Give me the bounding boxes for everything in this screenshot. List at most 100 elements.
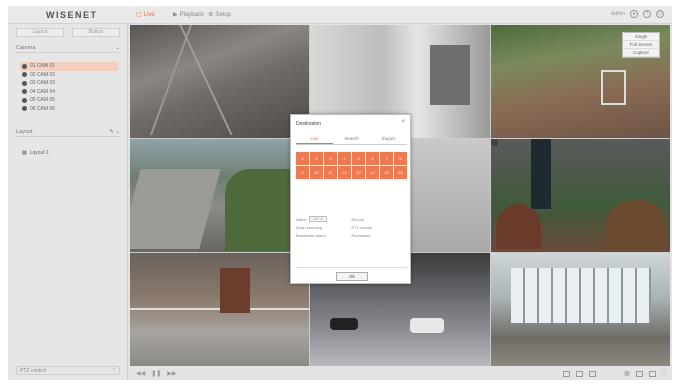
dialog-tabs: Live Search Export [296, 133, 407, 145]
tab-label: Setup [215, 11, 232, 18]
video-tile[interactable] [130, 253, 310, 366]
camera-item[interactable]: 06 CAM 06 [20, 105, 118, 114]
video-tile[interactable] [490, 253, 670, 366]
tab-search[interactable]: Search [333, 133, 370, 144]
camera-item[interactable]: 05 CAM 05 [20, 96, 118, 105]
tile-indicator [490, 139, 498, 146]
channel-button[interactable]: 2 [310, 152, 323, 165]
record-icon[interactable] [563, 370, 571, 377]
camera-label: 06 CAM 06 [30, 105, 56, 112]
tab-setup[interactable]: ⚙ Setup [208, 11, 232, 19]
channel-button[interactable]: 3 [324, 152, 337, 165]
camera-item[interactable]: 01 CAM 01 [20, 62, 118, 71]
view-controls: ▦ ⛶ [563, 370, 666, 377]
chevron-down-icon[interactable]: ⌄ [115, 45, 120, 51]
layout-button[interactable]: Layout [16, 28, 64, 37]
channel-button[interactable]: 1 [296, 152, 309, 165]
channel-button[interactable]: 11 [324, 166, 337, 179]
channel-button[interactable]: 8 [394, 152, 407, 165]
layout-item[interactable]: ▦ Layout 1 [22, 150, 49, 156]
channel-button[interactable]: 7 [380, 152, 393, 165]
button-button[interactable]: Button [72, 28, 120, 37]
audio-icon[interactable] [589, 370, 597, 377]
channel-button[interactable]: 5 [352, 152, 365, 165]
doorway-shape [220, 268, 250, 313]
play-icon: ▶ [173, 12, 178, 18]
bench-shape [600, 70, 626, 105]
channel-button[interactable]: 12 [338, 166, 351, 179]
context-menu-item-single[interactable]: Single [622, 33, 659, 41]
hedge-shape [495, 204, 541, 249]
camera-list: 01 CAM 01 02 CAM 02 03 CAM 03 04 CAM 04 … [20, 62, 118, 113]
gear-icon: ⚙ [208, 12, 214, 18]
channel-button[interactable]: 15 [380, 166, 393, 179]
form-field: Record [352, 217, 408, 222]
layout-section-header[interactable]: Layout ✎ ⌄ [16, 128, 120, 137]
pause-icon[interactable]: ❚❚ [151, 370, 161, 377]
channel-button[interactable]: 16 [394, 166, 407, 179]
top-bar: WISENET ▢ Live ▶ Playback ⚙ Setup Admin … [8, 6, 672, 24]
form-field: PTZ control [352, 225, 408, 230]
forward-icon[interactable]: ▶▶ [167, 370, 176, 377]
door-shape [530, 139, 551, 209]
ptz-control-select[interactable]: PTZ control ⌃ [16, 366, 120, 375]
tab-export[interactable]: Export [370, 133, 407, 144]
video-tile[interactable] [490, 139, 670, 252]
rewind-icon[interactable]: ◀◀ [136, 370, 145, 377]
channel-button[interactable]: 9 [296, 166, 309, 179]
form-field: Bandwidth alarm [296, 233, 352, 238]
dialog-divider [296, 267, 407, 268]
context-menu-item-capture[interactable]: Capture [622, 49, 659, 57]
video-tile[interactable] [130, 139, 310, 252]
record-label: Record [351, 216, 365, 222]
form-row: Dual recording PTZ control [296, 223, 407, 231]
dual-recording-label: Dual recording [296, 224, 323, 230]
channel-button[interactable]: 10 [310, 166, 323, 179]
playback-controls: ◀◀ ❚❚ ▶▶ [136, 370, 177, 377]
app-logo: WISENET [46, 10, 98, 20]
camera-item[interactable]: 04 CAM 04 [20, 88, 118, 97]
bandwidth-alarm-label: Bandwidth alarm [296, 232, 326, 238]
user-label[interactable]: Admin [611, 11, 625, 17]
camera-label: 04 CAM 04 [30, 88, 56, 95]
tab-playback[interactable]: ▶ Playback [173, 11, 204, 19]
ok-button[interactable]: OK [336, 272, 368, 281]
context-menu-item-fullscreen[interactable]: Full Screen [622, 41, 659, 49]
car-shape [410, 318, 445, 333]
name-input[interactable]: CAM 01 [308, 216, 327, 222]
resolution-label: Resolution [351, 232, 371, 238]
camera-section-header[interactable]: Camera ⌄ [16, 44, 120, 53]
handrail-shape [179, 25, 233, 135]
logout-icon[interactable]: ⏻ [656, 10, 664, 18]
chevron-down-icon[interactable]: ⌄ [115, 129, 120, 135]
video-tile[interactable] [130, 25, 310, 138]
ptz-control-label: PTZ control [20, 367, 46, 374]
camera-label: 03 CAM 03 [30, 80, 56, 87]
help-icon[interactable]: ? [643, 10, 651, 18]
camera-item[interactable]: 03 CAM 03 [20, 79, 118, 88]
channel-button[interactable]: 13 [352, 166, 365, 179]
grid-icon: ▦ [22, 150, 27, 156]
camera-icon: ▢ [136, 12, 142, 18]
video-tile[interactable]: Single Full Screen Capture [490, 25, 670, 138]
car-shape [330, 318, 359, 330]
sequence-icon[interactable] [635, 370, 643, 377]
channel-grid: 1 2 3 4 5 6 7 8 9 10 11 12 13 14 15 16 [296, 152, 407, 179]
tab-live[interactable]: Live [296, 133, 333, 144]
channel-button[interactable]: 4 [338, 152, 351, 165]
user-icon[interactable]: ● [630, 10, 638, 18]
tab-live[interactable]: ▢ Live [136, 11, 155, 19]
form-field: Resolution [352, 233, 408, 238]
add-icon[interactable]: ✎ [109, 129, 114, 135]
capture-icon[interactable] [576, 370, 584, 377]
bottom-toolbar: ◀◀ ❚❚ ▶▶ ▦ ⛶ [130, 367, 672, 380]
channel-button[interactable]: 14 [366, 166, 379, 179]
monitor-icon[interactable] [648, 370, 656, 377]
camera-label: 05 CAM 05 [30, 97, 56, 104]
doorway-shape [430, 45, 471, 105]
channel-button[interactable]: 6 [366, 152, 379, 165]
split-layout-icon[interactable]: ▦ [624, 370, 630, 377]
camera-item[interactable]: 02 CAM 02 [20, 71, 118, 80]
close-icon[interactable]: × [401, 119, 405, 125]
fullscreen-icon[interactable]: ⛶ [662, 370, 666, 377]
